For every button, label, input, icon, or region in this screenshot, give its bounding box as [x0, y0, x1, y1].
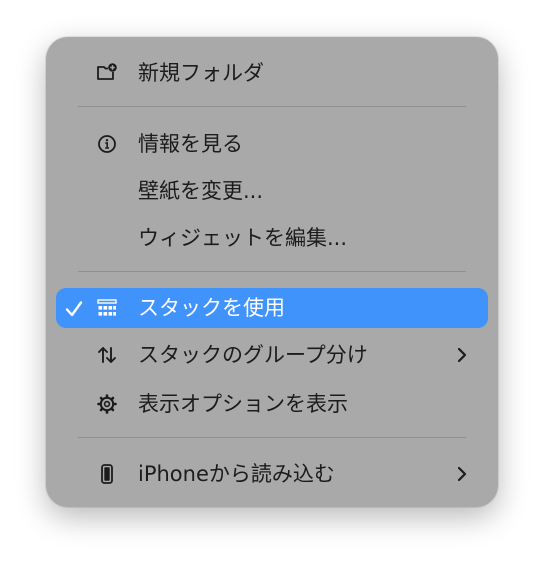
menu-item-label: 表示オプションを表示	[138, 392, 348, 416]
menu-item-import-from-iphone[interactable]: iPhoneから読み込む	[56, 454, 488, 494]
menu-item-label: ウィジェットを編集...	[138, 226, 348, 250]
menu-separator	[78, 437, 466, 438]
stack-grid-icon	[97, 299, 117, 316]
menu-item-label: スタックを使用	[138, 296, 285, 320]
menu-item-get-info[interactable]: 情報を見る	[56, 124, 488, 164]
menu-item-label: スタックのグループ分け	[138, 343, 368, 367]
menu-item-show-view-options[interactable]: 表示オプションを表示	[56, 384, 488, 424]
menu-separator	[78, 106, 466, 107]
menu-separator	[78, 271, 466, 272]
folder-badge-plus-icon	[97, 63, 117, 80]
chevron-right-icon	[457, 347, 467, 363]
menu-item-label: iPhoneから読み込む	[138, 462, 335, 486]
menu-item-edit-widgets[interactable]: ウィジェットを編集...	[56, 218, 488, 258]
chevron-right-icon	[457, 466, 467, 482]
gear-icon	[97, 394, 117, 414]
menu-item-label: 壁紙を変更...	[138, 179, 264, 203]
menu-item-use-stacks[interactable]: スタックを使用	[56, 288, 488, 328]
info-circle-icon	[98, 135, 116, 153]
checkmark-icon	[65, 301, 83, 317]
arrow-up-down-icon	[98, 347, 116, 363]
context-menu: 新規フォルダ 情報を見る 壁紙を変更... ウィジェットを編集... スタックを…	[46, 37, 498, 507]
menu-item-label: 新規フォルダ	[138, 61, 264, 85]
menu-item-group-stacks-by[interactable]: スタックのグループ分け	[56, 335, 488, 375]
iphone-icon	[101, 464, 113, 484]
menu-item-new-folder[interactable]: 新規フォルダ	[56, 53, 488, 93]
menu-item-label: 情報を見る	[138, 132, 243, 156]
menu-item-change-wallpaper[interactable]: 壁紙を変更...	[56, 171, 488, 211]
